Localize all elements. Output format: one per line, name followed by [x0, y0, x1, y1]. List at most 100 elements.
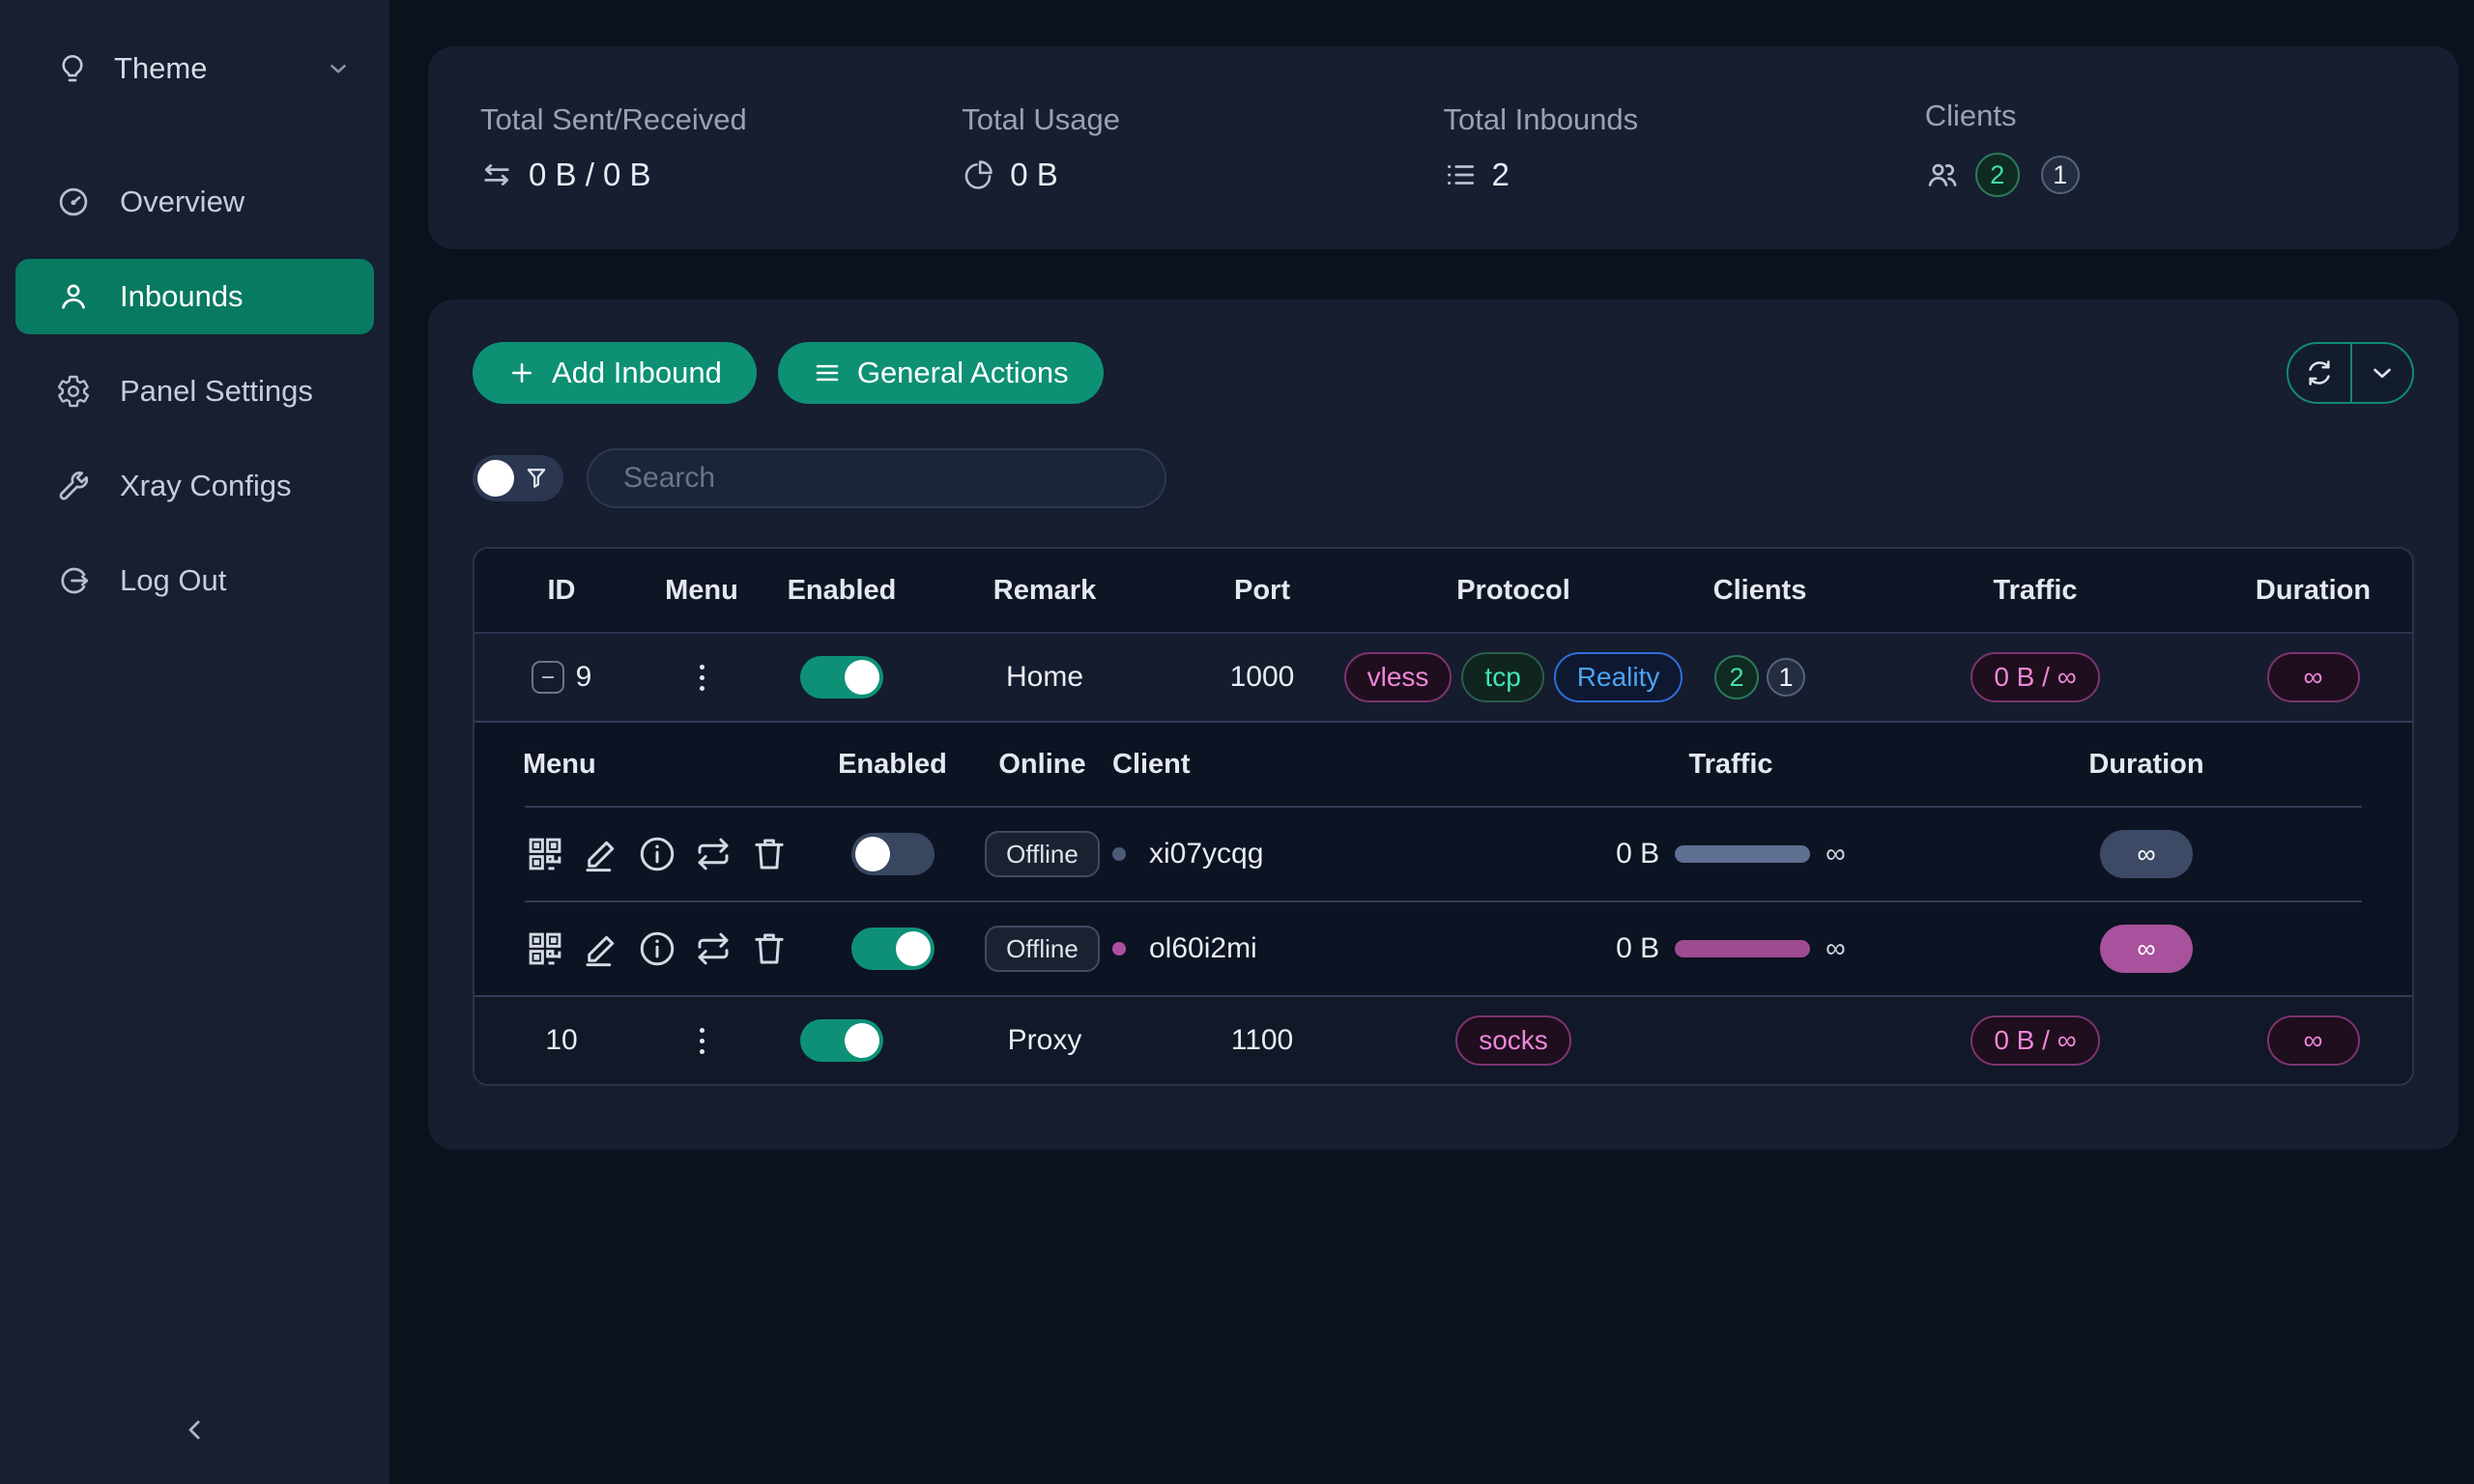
client-name: ol60i2mi [1149, 932, 1257, 965]
col-header-protocol: Protocol [1364, 575, 1663, 607]
edit-button[interactable] [579, 927, 623, 971]
reset-traffic-button[interactable] [691, 927, 735, 971]
row-menu-button[interactable] [692, 657, 712, 699]
info-button[interactable] [635, 927, 679, 971]
col-header-enabled: Enabled [755, 575, 929, 607]
stat-total-sent-received: Total Sent/Received 0 B / 0 B [480, 102, 962, 193]
online-status-tag: Offline [985, 926, 1100, 972]
stat-label: Total Sent/Received [480, 102, 962, 137]
team-icon [1925, 157, 1960, 192]
stat-clients: Clients 2 1 [1925, 99, 2406, 197]
client-traffic-used: 0 B [1616, 838, 1659, 870]
plus-icon [507, 358, 536, 387]
logout-icon [56, 563, 91, 598]
sidebar-item-overview[interactable]: Overview [15, 164, 374, 240]
stat-value: 2 [1492, 157, 1510, 193]
add-inbound-label: Add Inbound [552, 356, 722, 390]
inbound-row[interactable]: 10 Proxy 1100 socks 0 B / ∞ ∞ [475, 995, 2412, 1084]
clients-deactivated-badge: 1 [1767, 658, 1805, 697]
chevron-left-icon [181, 1415, 210, 1444]
inbound-remark: Proxy [1008, 1024, 1082, 1057]
funnel-icon [523, 465, 550, 492]
sidebar-item-label: Log Out [120, 563, 226, 598]
col-header-duration: Duration [2214, 575, 2412, 607]
info-button[interactable] [635, 832, 679, 876]
col-header-id: ID [475, 575, 648, 607]
subcol-header-enabled: Enabled [813, 749, 972, 781]
client-enabled-toggle[interactable] [851, 833, 935, 875]
toolbar: Add Inbound General Actions [473, 342, 2414, 404]
refresh-split-button [2287, 342, 2414, 404]
pie-chart-icon [962, 158, 994, 191]
filter-toggle[interactable] [473, 455, 563, 501]
stat-value: 0 B / 0 B [529, 157, 651, 193]
sidebar-item-label: Panel Settings [120, 374, 313, 409]
refresh-options-button[interactable] [2350, 344, 2412, 402]
delete-button[interactable] [747, 927, 791, 971]
client-traffic-used: 0 B [1616, 932, 1659, 965]
sidebar-collapse-button[interactable] [0, 1401, 389, 1459]
client-duration-badge: ∞ [2100, 830, 2193, 878]
stat-value: 0 B [1010, 157, 1058, 193]
reset-traffic-button[interactable] [691, 832, 735, 876]
col-header-clients: Clients [1663, 575, 1856, 607]
network-badge: tcp [1461, 652, 1543, 702]
client-traffic-limit: ∞ [1826, 933, 1846, 965]
clients-online-badge: 2 [1714, 655, 1759, 699]
transfer-arrows-icon [480, 158, 513, 191]
client-enabled-toggle[interactable] [851, 928, 935, 970]
sidebar-item-panel-settings[interactable]: Panel Settings [15, 354, 374, 429]
col-header-remark: Remark [929, 575, 1161, 607]
toggle-knob [477, 460, 514, 497]
list-icon [1444, 158, 1477, 191]
chevron-down-icon [326, 56, 351, 81]
refresh-icon [2304, 357, 2335, 388]
refresh-button[interactable] [2288, 344, 2350, 402]
sidebar-item-xray-configs[interactable]: Xray Configs [15, 448, 374, 524]
gauge-icon [56, 185, 91, 219]
clients-subtable: Menu Enabled Online Client Traffic Durat… [475, 723, 2412, 995]
inbound-id: 10 [545, 1024, 577, 1057]
chevron-down-icon [2368, 358, 2397, 387]
client-name: xi07ycqg [1149, 838, 1263, 870]
add-inbound-button[interactable]: Add Inbound [473, 342, 757, 404]
stat-label: Clients [1925, 99, 2406, 133]
sidebar-item-logout[interactable]: Log Out [15, 543, 374, 618]
inbound-row[interactable]: 9 Home 1000 vless tcp Reality 2 1 [475, 634, 2412, 723]
stats-card: Total Sent/Received 0 B / 0 B Total Usag… [428, 46, 2459, 249]
duration-badge: ∞ [2267, 1015, 2360, 1066]
theme-selector[interactable]: Theme [0, 37, 389, 100]
row-menu-button[interactable] [692, 1020, 712, 1062]
subcol-header-client: Client [1112, 749, 1533, 781]
general-actions-button[interactable]: General Actions [778, 342, 1104, 404]
inbound-remark: Home [1006, 661, 1083, 694]
sidebar-item-inbounds[interactable]: Inbounds [15, 259, 374, 334]
search-input[interactable] [587, 448, 1166, 508]
filter-row [473, 448, 2414, 508]
protocol-badge: vless [1344, 652, 1453, 702]
inbounds-table: ID Menu Enabled Remark Port Protocol Cli… [473, 547, 2414, 1086]
client-status-dot [1112, 942, 1126, 956]
subtable-header-row: Menu Enabled Online Client Traffic Durat… [475, 723, 2412, 806]
inbound-enabled-toggle[interactable] [800, 1019, 883, 1062]
sidebar-item-label: Inbounds [120, 279, 244, 314]
stat-total-inbounds: Total Inbounds 2 [1444, 102, 1925, 193]
inbound-port: 1100 [1231, 1024, 1294, 1057]
inbound-enabled-toggle[interactable] [800, 656, 883, 699]
qrcode-button[interactable] [523, 927, 567, 971]
sidebar-item-label: Xray Configs [120, 469, 291, 503]
edit-button[interactable] [579, 832, 623, 876]
col-header-port: Port [1161, 575, 1364, 607]
stat-total-usage: Total Usage 0 B [962, 102, 1443, 193]
sidebar-nav: Overview Inbounds Panel Settings [0, 164, 389, 618]
qrcode-button[interactable] [523, 832, 567, 876]
protocol-badge: socks [1455, 1015, 1571, 1066]
delete-button[interactable] [747, 832, 791, 876]
main-content: Total Sent/Received 0 B / 0 B Total Usag… [389, 0, 2474, 1484]
collapse-row-button[interactable] [532, 661, 564, 694]
clients-deactivated-badge: 1 [2041, 156, 2080, 194]
wrench-icon [56, 469, 91, 503]
client-traffic-limit: ∞ [1826, 839, 1846, 870]
col-header-traffic: Traffic [1856, 575, 2214, 607]
traffic-progress-bar [1675, 845, 1810, 863]
